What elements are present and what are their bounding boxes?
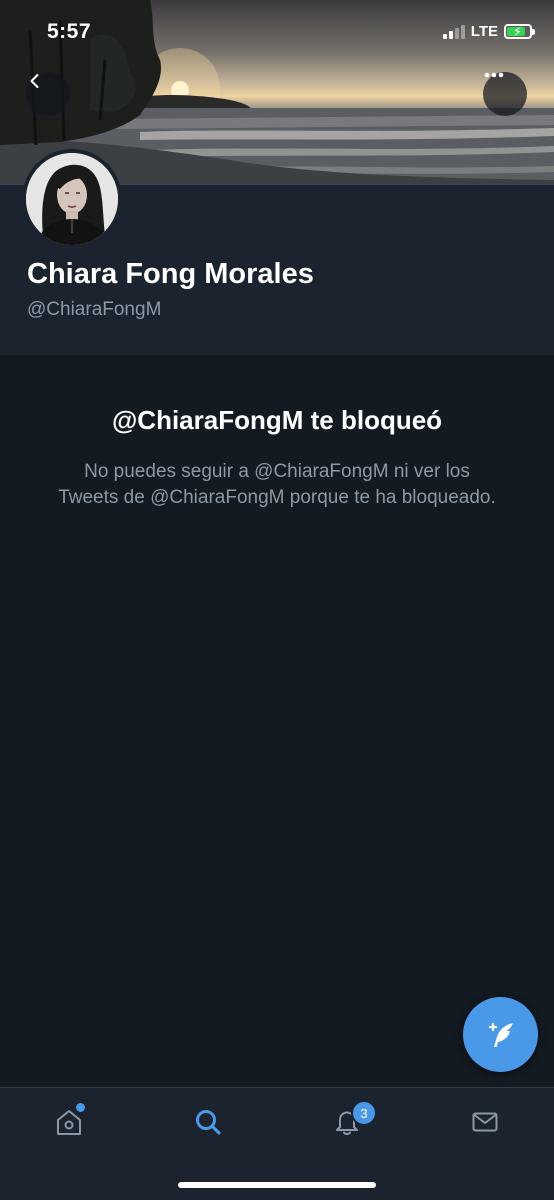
home-new-dot xyxy=(75,1102,86,1113)
home-indicator[interactable] xyxy=(178,1182,376,1188)
avatar[interactable] xyxy=(22,149,122,249)
envelope-icon xyxy=(472,1112,498,1132)
tab-messages[interactable] xyxy=(465,1102,505,1142)
search-icon xyxy=(196,1110,221,1135)
battery-icon: ⚡ xyxy=(504,24,535,39)
notifications-count-badge: 3 xyxy=(351,1100,377,1126)
compose-tweet-icon xyxy=(488,1022,513,1047)
tab-home[interactable] xyxy=(49,1102,89,1142)
tab-search[interactable] xyxy=(188,1102,228,1142)
status-indicators: LTE ⚡ xyxy=(442,23,535,40)
more-options-button[interactable] xyxy=(483,72,527,116)
status-time: 5:57 xyxy=(47,20,92,43)
tab-notifications[interactable]: 3 xyxy=(327,1100,377,1142)
profile-handle: @ChiaraFongM xyxy=(27,299,162,320)
chevron-left-icon xyxy=(30,74,39,88)
network-label: LTE xyxy=(470,23,498,40)
compose-tweet-button[interactable] xyxy=(463,997,538,1072)
profile-photo xyxy=(26,153,118,245)
profile-display-name: Chiara Fong Morales xyxy=(27,258,314,290)
signal-icon xyxy=(442,24,465,39)
profile-screen: 5:57 LTE ⚡ Chiara Fong Morales @ChiaraFo… xyxy=(0,0,554,1200)
ellipsis-icon xyxy=(484,72,504,78)
blocked-message: No puedes seguir a @ChiaraFongM ni ver l… xyxy=(58,461,496,508)
blocked-title: @ChiaraFongM te bloqueó xyxy=(111,405,443,435)
back-button[interactable] xyxy=(26,72,70,116)
